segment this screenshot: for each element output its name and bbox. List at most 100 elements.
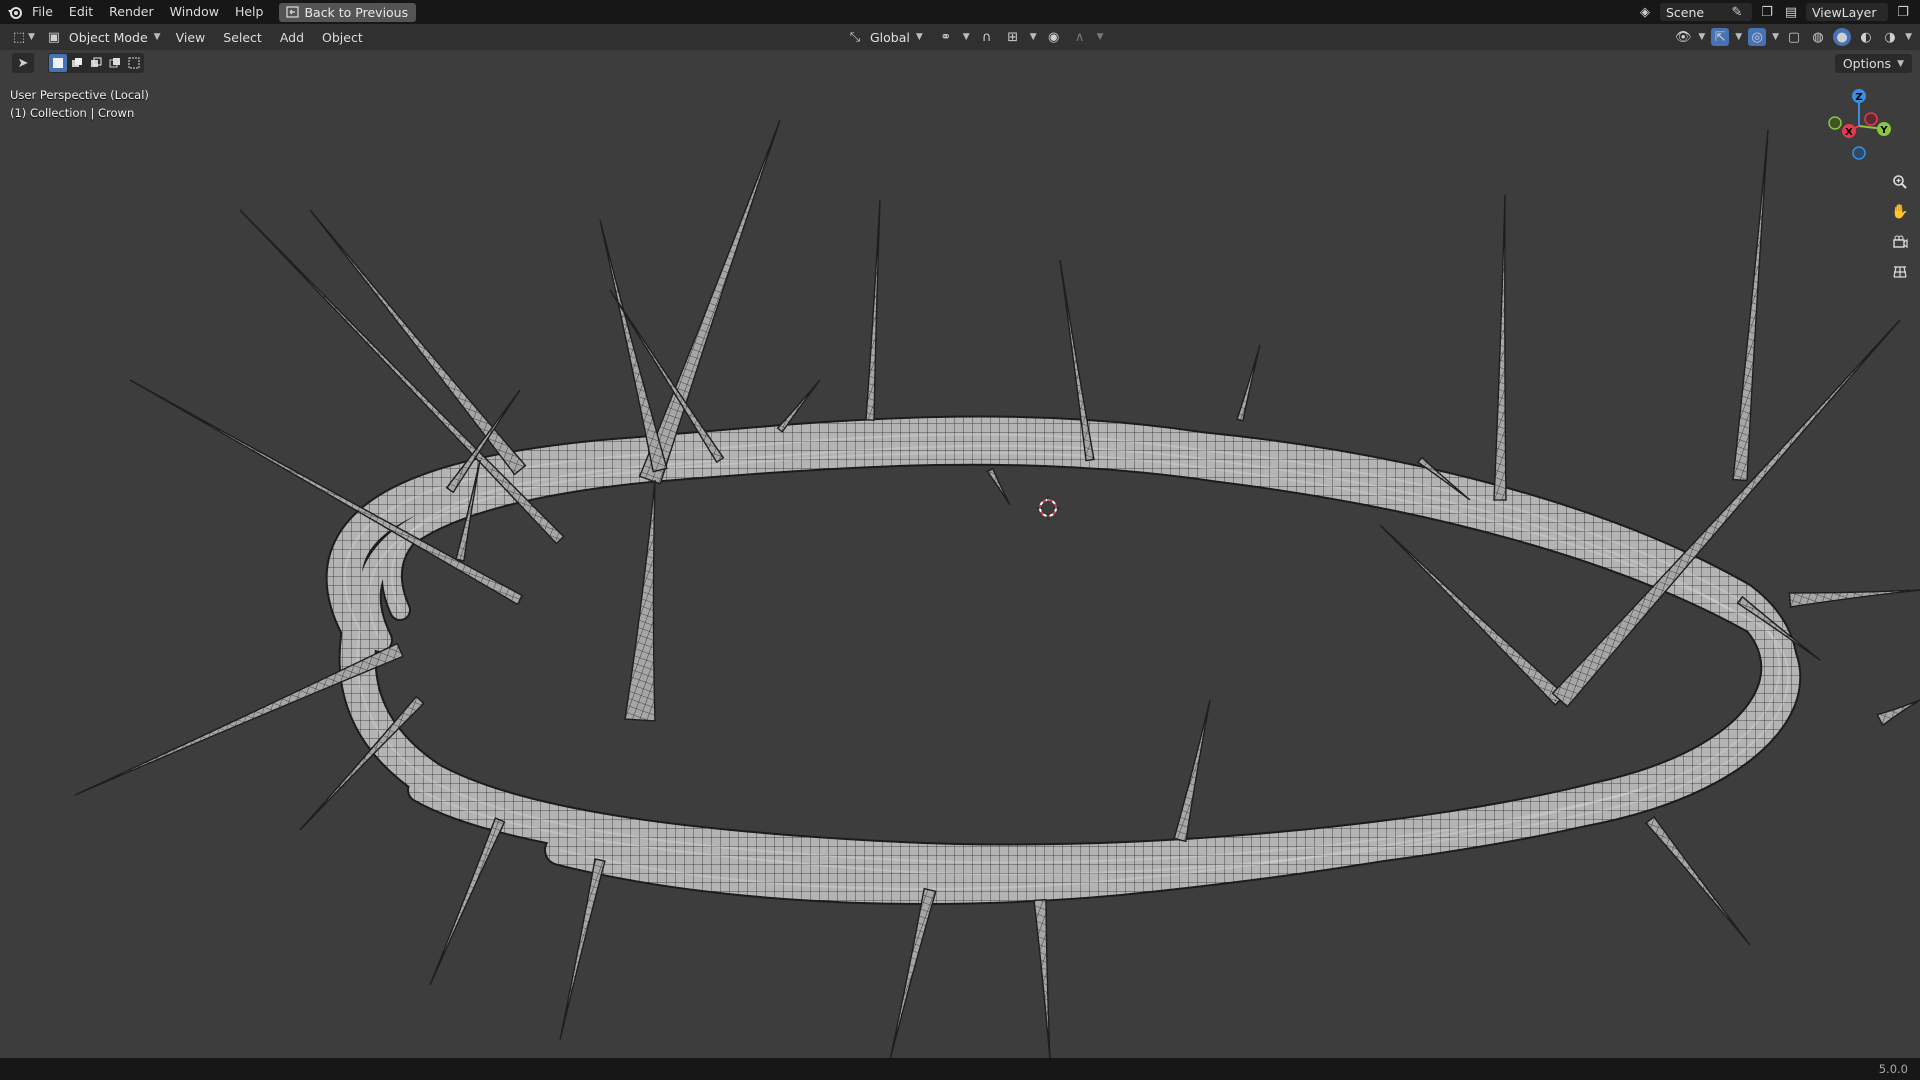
thorn [1551,319,1901,708]
thorn [1876,699,1920,727]
scene-icon[interactable]: ◈ [1636,3,1654,21]
axis-z-label: Z [1855,92,1862,103]
wireframe-shading-icon[interactable]: ◍ [1809,28,1827,46]
scene-field[interactable]: Scene ✎ [1660,3,1752,21]
menu-object[interactable]: Object [313,30,372,45]
snap-icon[interactable]: ∩ [978,28,996,46]
material-shading-icon[interactable]: ◐ [1857,28,1875,46]
thorn [1732,129,1769,482]
view-layer-label: ViewLayer [1812,4,1877,20]
chevron-down-icon[interactable]: ▼ [1905,32,1912,42]
perspective-toggle-icon[interactable] [1888,260,1912,284]
scene-label: Scene [1666,4,1705,20]
thorn [1379,524,1566,707]
menu-add[interactable]: Add [271,30,313,45]
chevron-down-icon[interactable]: ▼ [1735,32,1742,42]
menu-window[interactable]: Window [162,0,227,24]
menu-edit[interactable]: Edit [61,0,101,24]
menu-render[interactable]: Render [101,0,162,24]
crown-branch [382,436,1739,619]
object-mode-icon: ▣ [47,29,61,45]
new-view-layer-icon[interactable]: ❐ [1894,3,1912,21]
navigation-gizmo[interactable]: Z Y X [1818,85,1900,167]
xray-toggle-icon[interactable]: ▢ [1785,28,1803,46]
perspective-label: User Perspective (Local) [10,88,149,102]
view-layer-field[interactable]: ViewLayer [1806,3,1888,21]
menu-select[interactable]: Select [214,30,271,45]
gizmo-toggle-icon[interactable]: ⇱ [1711,28,1730,46]
axis-neg-x-icon[interactable] [1864,112,1878,126]
version-label: 5.0.0 [1878,1062,1908,1076]
thorn [309,209,527,476]
chevron-down-icon[interactable]: ▼ [1698,32,1705,42]
orientation-label: Global [870,29,910,45]
axis-x-label: X [1845,127,1853,138]
orientation-icon: ⤡ [849,29,861,45]
select-subtract-icon[interactable] [87,54,105,72]
thorn [889,887,937,1061]
thorn [1173,699,1211,843]
cursor-arrow-icon: ➤ [17,55,29,71]
thorn [1033,898,1051,1061]
overlays-toggle-icon[interactable]: ◎ [1748,28,1767,46]
navigation-buttons: ✋ [1888,170,1912,284]
editor-type-icon[interactable]: ⬚ [10,28,28,46]
chevron-down-icon[interactable]: ▼ [1097,32,1104,42]
3d-cursor-icon[interactable] [1036,496,1060,520]
camera-view-icon[interactable] [1888,230,1912,254]
select-extend-icon[interactable] [68,54,86,72]
selection-mode-group [48,53,144,73]
transform-orientation-dropdown[interactable]: ⤡ Global ▼ [840,28,929,47]
back-to-previous-button[interactable]: Back to Previous [279,2,417,22]
menu-help[interactable]: Help [227,0,272,24]
snap-target-icon[interactable]: ⊞ [1004,28,1022,46]
chevron-down-icon: ▼ [1897,58,1904,69]
thorn [1788,589,1920,608]
solid-shading-icon[interactable]: ● [1833,28,1852,46]
proportional-edit-icon[interactable]: ◉ [1045,28,1063,46]
rendered-shading-icon[interactable]: ◑ [1881,28,1899,46]
thorn [599,219,668,473]
blender-logo-icon[interactable] [6,3,24,21]
viewport-header: ⬚ ▼ ▣ Object Mode ▼ View Select Add Obje… [0,24,1920,50]
axis-y-label: Y [1879,125,1888,136]
thorn [1493,194,1507,501]
object-mode-dropdown[interactable]: ▣ Object Mode ▼ [39,28,167,47]
falloff-icon[interactable]: ∧ [1071,28,1089,46]
object-mode-label: Object Mode [68,29,148,45]
chevron-down-icon[interactable]: ▼ [28,32,35,42]
select-new-icon[interactable] [49,54,67,72]
chevron-down-icon: ▼ [915,32,923,42]
thorn [1645,815,1751,946]
pivot-icon[interactable]: ⚭ [937,28,955,46]
visibility-icon[interactable]: 👁 [1674,28,1692,46]
select-invert-icon[interactable] [106,54,124,72]
zoom-icon[interactable] [1888,170,1912,194]
chevron-down-icon[interactable]: ▼ [963,32,970,42]
collection-label: (1) Collection | Crown [10,106,135,120]
crown-mesh[interactable] [0,50,1920,1061]
options-dropdown[interactable]: Options ▼ [1834,54,1912,73]
back-icon [285,5,299,19]
axis-neg-y-icon[interactable] [1828,116,1842,130]
menu-file[interactable]: File [24,0,61,24]
new-scene-icon[interactable]: ❐ [1758,3,1776,21]
3d-viewport[interactable] [0,50,1920,1061]
thorn [865,199,881,421]
thorn [624,479,656,722]
axis-neg-z-icon[interactable] [1852,146,1866,160]
tool-settings-row: ➤ [12,53,144,73]
select-tool-button[interactable]: ➤ [12,53,34,73]
select-intersect-icon[interactable] [125,54,143,72]
view-layer-icon[interactable]: ▤ [1782,3,1800,21]
back-to-previous-label: Back to Previous [304,4,409,20]
chevron-down-icon[interactable]: ▼ [1030,32,1037,42]
viewport-info: User Perspective (Local) (1) Collection … [10,86,149,122]
menu-view[interactable]: View [167,30,215,45]
thorn [559,858,606,1041]
pan-hand-icon[interactable]: ✋ [1888,200,1912,224]
pin-icon[interactable]: ✎ [1728,3,1746,21]
chevron-down-icon[interactable]: ▼ [1772,32,1779,42]
thorn [1236,344,1261,422]
chevron-down-icon: ▼ [153,32,161,42]
